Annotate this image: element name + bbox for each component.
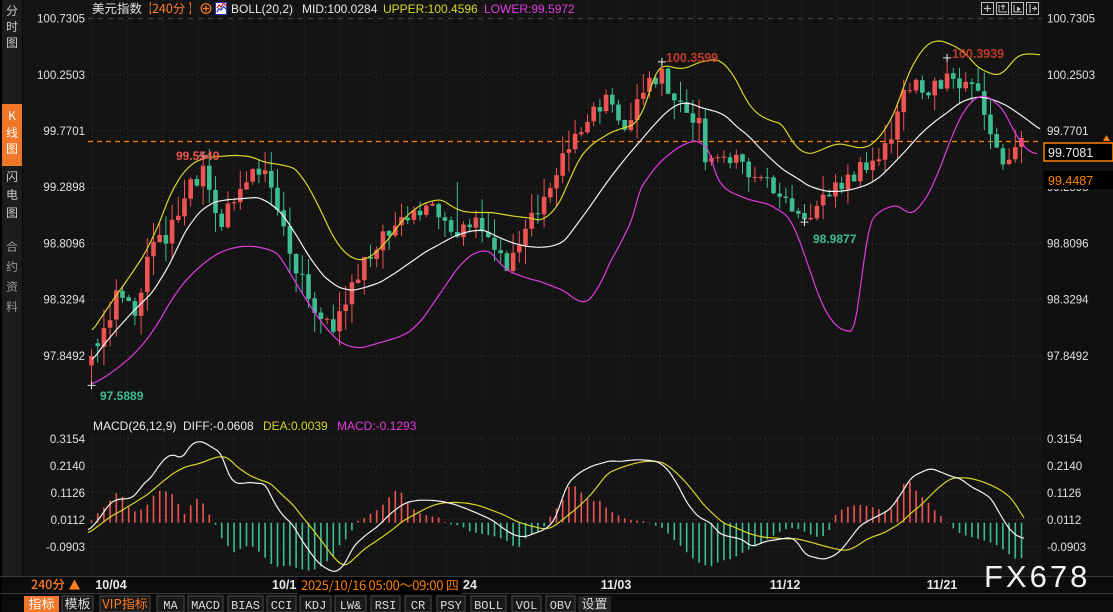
svg-text:BIAS: BIAS bbox=[231, 599, 260, 612]
svg-text:100.3939: 100.3939 bbox=[952, 47, 1004, 61]
svg-text:FX678: FX678 bbox=[984, 559, 1090, 594]
svg-text:CCI: CCI bbox=[271, 599, 293, 612]
svg-text:PSY: PSY bbox=[440, 599, 462, 612]
svg-text:0.0112: 0.0112 bbox=[1047, 515, 1081, 527]
svg-text:24: 24 bbox=[463, 578, 477, 592]
svg-text:0.1126: 0.1126 bbox=[51, 488, 85, 500]
svg-text:98.9877: 98.9877 bbox=[813, 232, 857, 246]
svg-text:99.7081: 99.7081 bbox=[1048, 146, 1093, 160]
svg-text:99.5549: 99.5549 bbox=[176, 149, 220, 163]
svg-text:98.8096: 98.8096 bbox=[43, 238, 85, 250]
svg-text:100.7305: 100.7305 bbox=[1047, 14, 1095, 26]
svg-text:0.2140: 0.2140 bbox=[50, 461, 85, 473]
svg-text:DIFF:-0.0608: DIFF:-0.0608 bbox=[183, 419, 254, 433]
svg-text:0.3154: 0.3154 bbox=[50, 434, 86, 446]
svg-text:BOLL: BOLL bbox=[474, 599, 503, 612]
svg-text:99.4487: 99.4487 bbox=[1048, 174, 1093, 188]
svg-text:97.8492: 97.8492 bbox=[1047, 351, 1089, 363]
svg-text:100.2503: 100.2503 bbox=[37, 70, 85, 82]
svg-text:99.7701: 99.7701 bbox=[43, 126, 85, 138]
svg-text:KDJ: KDJ bbox=[305, 599, 327, 612]
svg-text:MACD: MACD bbox=[191, 599, 220, 612]
svg-text:LW&: LW& bbox=[340, 599, 362, 612]
svg-text:DEA:0.0039: DEA:0.0039 bbox=[263, 419, 328, 433]
svg-text:98.3294: 98.3294 bbox=[43, 295, 85, 307]
svg-text:97.5889: 97.5889 bbox=[100, 389, 144, 403]
svg-text:0.0112: 0.0112 bbox=[51, 515, 85, 527]
svg-text:MACD(26,12,9): MACD(26,12,9) bbox=[93, 419, 176, 433]
svg-text:97.8492: 97.8492 bbox=[43, 351, 85, 363]
svg-text:LOWER:99.5972: LOWER:99.5972 bbox=[484, 2, 575, 16]
svg-text:CR: CR bbox=[411, 599, 425, 612]
svg-text:11/12: 11/12 bbox=[770, 578, 801, 592]
svg-text:MA: MA bbox=[163, 599, 178, 612]
svg-text:100.7305: 100.7305 bbox=[37, 14, 85, 26]
svg-text:-0.0903: -0.0903 bbox=[46, 542, 85, 554]
svg-text:VOL: VOL bbox=[516, 599, 538, 612]
svg-text:-0.0903: -0.0903 bbox=[1047, 542, 1086, 554]
svg-text:99.2898: 99.2898 bbox=[43, 182, 85, 194]
svg-text:98.3294: 98.3294 bbox=[1047, 295, 1089, 307]
svg-text:98.8096: 98.8096 bbox=[1047, 238, 1089, 250]
svg-text:11/21: 11/21 bbox=[927, 578, 958, 592]
svg-text:10/04: 10/04 bbox=[95, 578, 126, 592]
svg-text:UPPER:100.4596: UPPER:100.4596 bbox=[383, 2, 478, 16]
svg-text:MID:100.0284: MID:100.0284 bbox=[302, 2, 378, 16]
svg-text:100.2503: 100.2503 bbox=[1047, 70, 1095, 82]
svg-text:MACD:-0.1293: MACD:-0.1293 bbox=[337, 419, 417, 433]
svg-text:0.2140: 0.2140 bbox=[1047, 461, 1082, 473]
svg-text:OBV: OBV bbox=[550, 599, 572, 612]
svg-text:0.3154: 0.3154 bbox=[1047, 434, 1083, 446]
svg-text:0.1126: 0.1126 bbox=[1047, 488, 1081, 500]
svg-text:99.7701: 99.7701 bbox=[1047, 126, 1089, 138]
svg-text:BOLL(20,2): BOLL(20,2) bbox=[231, 2, 293, 16]
svg-text:RSI: RSI bbox=[375, 599, 397, 612]
svg-text:10/1: 10/1 bbox=[272, 578, 296, 592]
svg-text:100.3599: 100.3599 bbox=[666, 51, 718, 65]
svg-text:11/03: 11/03 bbox=[601, 578, 632, 592]
